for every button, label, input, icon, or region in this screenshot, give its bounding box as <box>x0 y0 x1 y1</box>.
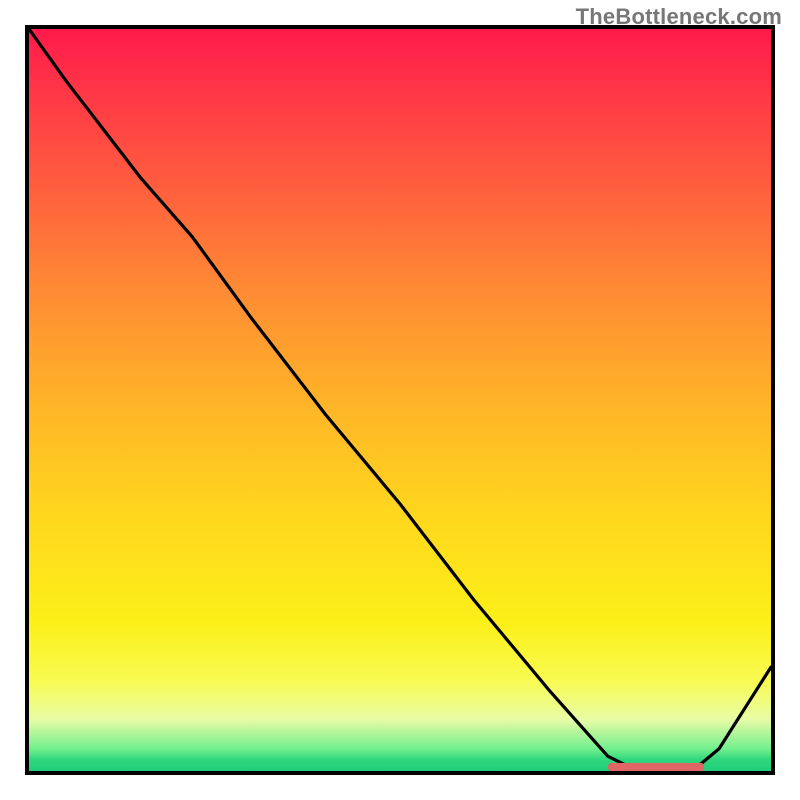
bottleneck-curve-path <box>29 29 771 771</box>
bottleneck-curve-svg <box>29 29 771 771</box>
optimal-range-marker <box>608 763 704 771</box>
chart-container: TheBottleneck.com <box>0 0 800 800</box>
watermark-text: TheBottleneck.com <box>576 4 782 30</box>
